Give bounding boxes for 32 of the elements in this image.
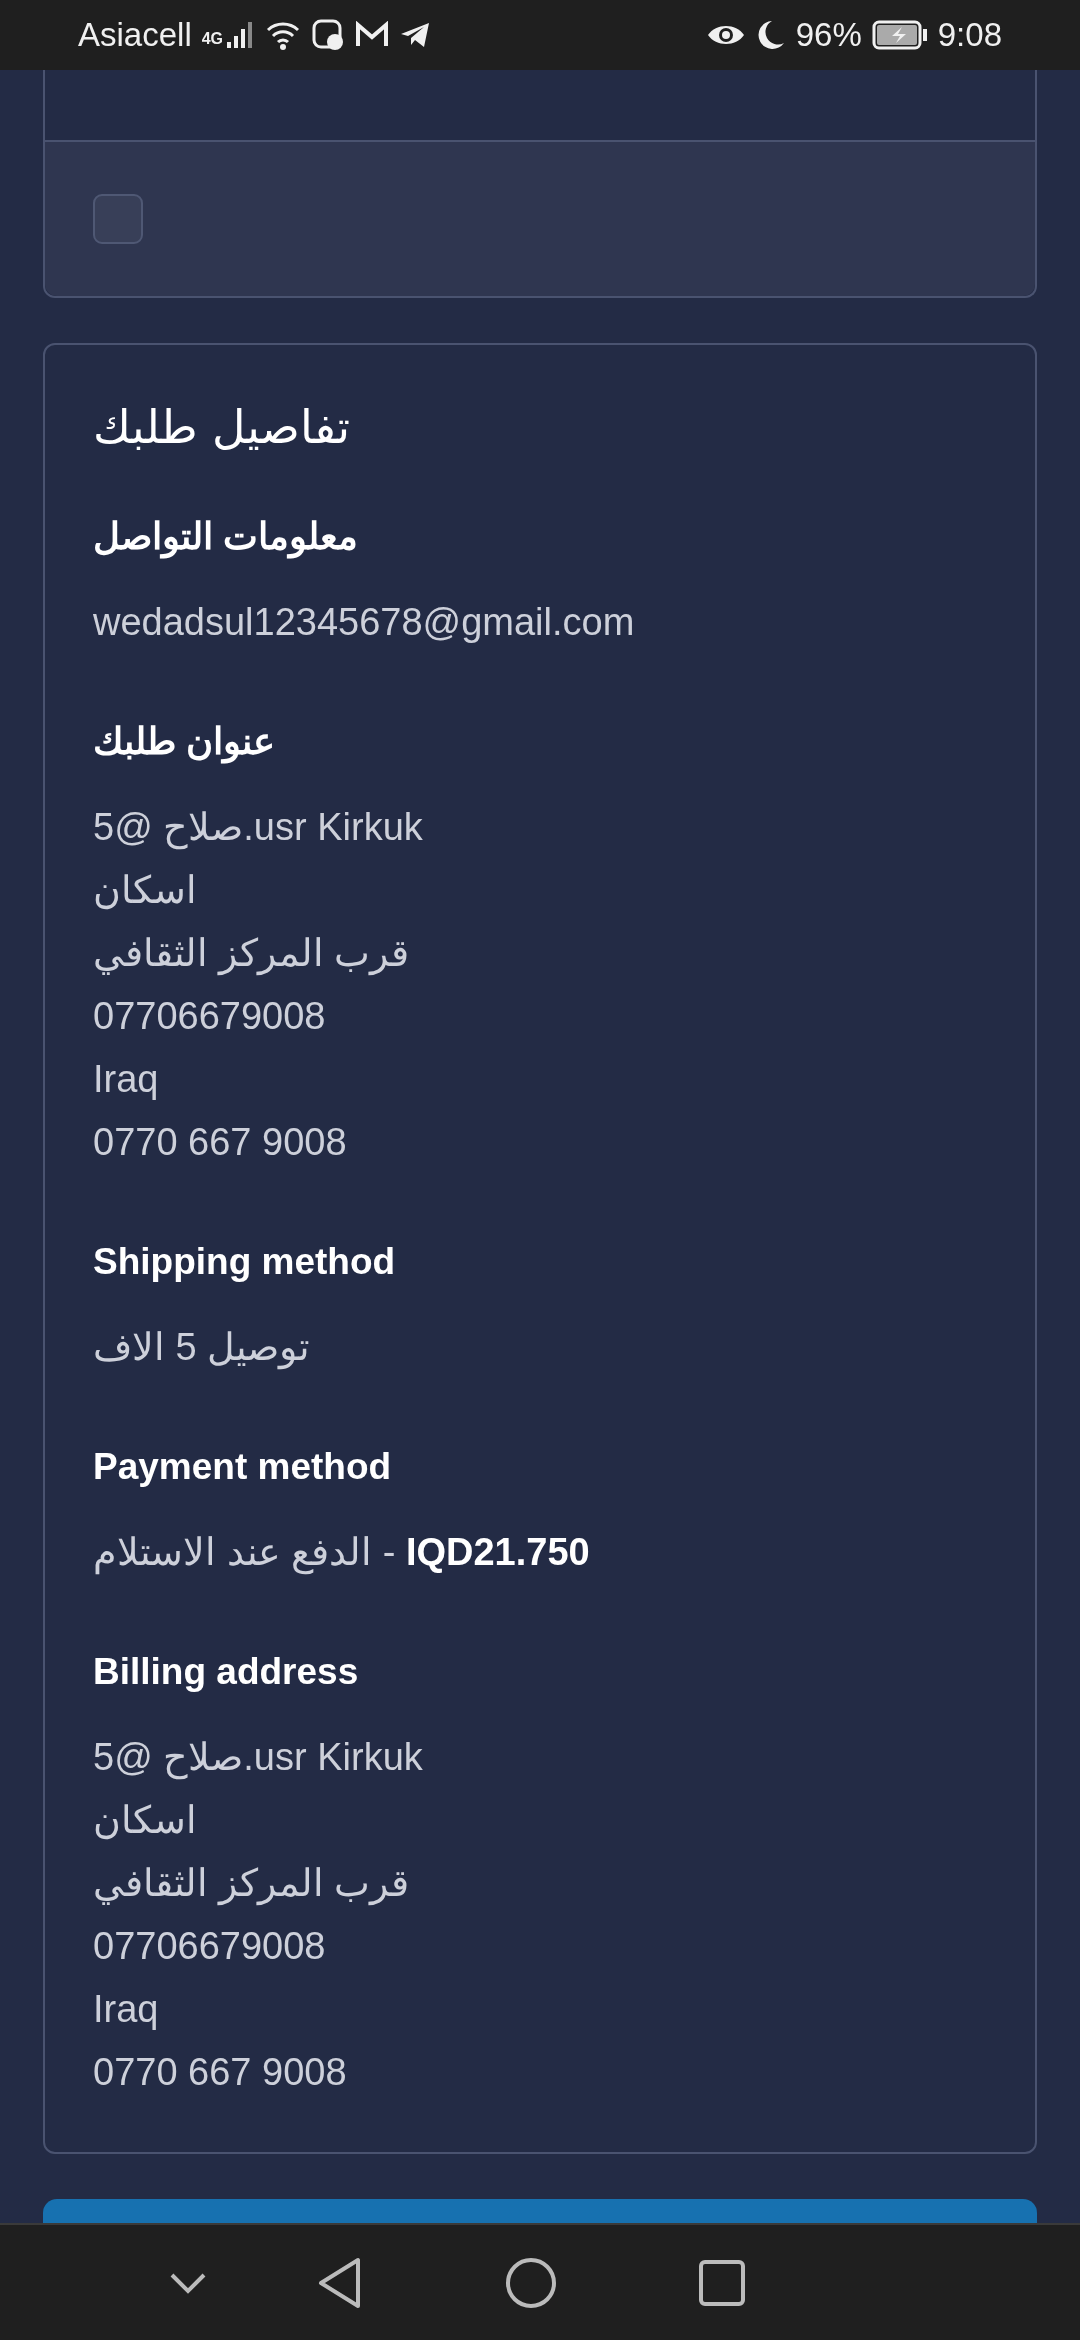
carrier-name: Asiacell <box>78 16 192 54</box>
section-heading: معلومات التواصل <box>93 515 359 561</box>
detail-line: 07706679008 <box>93 994 326 1039</box>
detail-line: 0770 667 9008 <box>93 1120 347 1165</box>
chat-icon <box>311 18 346 52</box>
detail-line: قرب المركز الثقافي <box>93 931 410 978</box>
detail-line: 07706679008 <box>93 1924 326 1969</box>
mail-icon <box>355 21 390 49</box>
battery-icon <box>871 20 928 50</box>
back-icon[interactable] <box>317 2256 363 2309</box>
detail-line: اسكان <box>93 868 197 913</box>
section-heading: Shipping method <box>93 1240 396 1284</box>
paper-plane-icon <box>399 21 432 49</box>
section-heading: Billing address <box>93 1650 359 1694</box>
detail-line: 5@ صلاح.usr Kirkuk <box>93 805 423 852</box>
detail-line: wedadsul12345678@gmail.com <box>93 600 635 645</box>
section-heading: Payment method <box>93 1445 392 1489</box>
detail-line: توصيل 5 الاف <box>93 1325 311 1372</box>
detail-line: اسكان <box>93 1798 197 1843</box>
home-icon[interactable] <box>505 2256 557 2309</box>
clock-time: 9:08 <box>937 16 1002 54</box>
detail-line: 5@ صلاح.usr Kirkuk <box>93 1735 423 1782</box>
detail-line: Iraq <box>93 1987 159 2032</box>
section-heading: عنوان طلبك <box>93 720 276 766</box>
detail-line: قرب المركز الثقافي <box>93 1861 410 1908</box>
recents-icon[interactable] <box>699 2259 745 2306</box>
network-type: 4G <box>201 30 224 48</box>
card-title: تفاصيل طلبك <box>93 399 350 456</box>
battery-percentage: 96% <box>795 16 862 54</box>
checkbox[interactable] <box>93 194 143 244</box>
detail-line: 0770 667 9008 <box>93 2050 347 2095</box>
detail-line: Iraq <box>93 1057 159 1102</box>
